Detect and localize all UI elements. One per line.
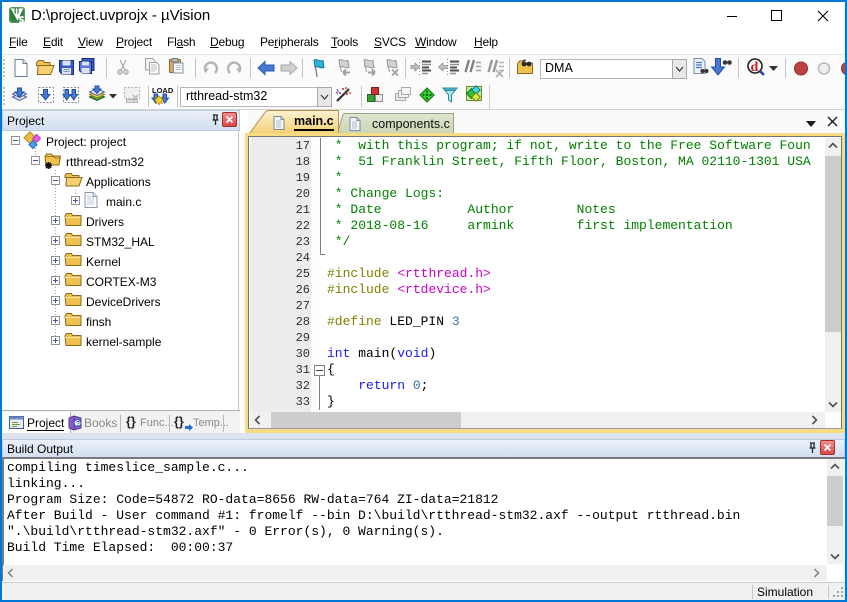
- svg-text:?: ?: [76, 421, 80, 428]
- svg-text:d: d: [751, 60, 759, 75]
